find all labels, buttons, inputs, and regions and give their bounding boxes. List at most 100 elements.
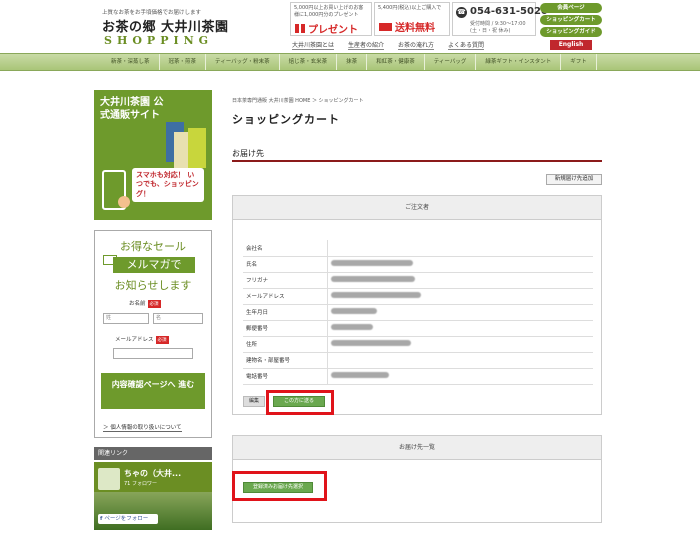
newsletter-subline: お知らせします [114,279,192,292]
nav-item[interactable]: 焙じ茶・玄米茶 [280,54,338,70]
field-label: 会社名 [243,240,328,257]
required-badge: 必須 [147,300,161,308]
nav-item[interactable]: 抹茶 [337,54,368,70]
first-name-input[interactable]: 名 [153,313,203,324]
add-new-address-button[interactable]: 新規届け先追加 [546,174,602,185]
banner-title: 大井川茶園 公式通販サイト [100,97,164,121]
official-site-banner[interactable]: 大井川茶園 公式通販サイト スマホも対応！ いつでも、ショッピング！ [94,90,212,220]
shopping-guide-button[interactable]: ショッピングガイド [540,27,602,37]
field-value [327,352,593,369]
redacted-value [330,372,389,378]
email-label: メールアドレス 必須 [115,336,169,344]
related-links-heading: 関連リンク [94,447,212,460]
free-shipping-label: 送料無料 [395,23,435,34]
phone-number: 054-631-5020 [470,6,548,17]
member-page-button[interactable]: 会員ページ [540,3,602,13]
nav-item[interactable]: ギフト [561,54,597,70]
nav-item[interactable]: 冠茶・煎茶 [160,54,207,70]
field-value [327,256,593,273]
redacted-value [330,308,377,314]
field-label: 電話番号 [243,368,328,385]
newsletter-signup: お得なセール メルマガで お知らせします お名前 必須 姓 名 メールアドレス 必須… [94,230,212,438]
nav-item[interactable]: ティーバッグ [425,54,477,70]
redacted-value [330,276,415,282]
field-value [327,272,593,289]
redacted-value [330,292,421,298]
orderer-info-table: 会社名 氏名 フリガナ メールアドレス 生年月日 郵便番号 住所 建物名・部屋番号 電話番号 [243,240,593,385]
field-label: 生年月日 [243,304,328,321]
last-name-input[interactable]: 姓 [103,313,149,324]
privacy-link[interactable]: ＞ 個人情報の取り扱いについて [103,423,182,432]
header-links: 大井川茶園とは 生産者の紹介 お茶の淹れ方 よくある質問 [292,40,485,50]
table-row: 建物名・部屋番号 [243,352,593,369]
table-row: 生年月日 [243,304,593,321]
highlight-box [266,390,334,415]
facebook-widget[interactable]: ちゃの（大井... 71 フォロワー f ページをフォロー [94,462,212,530]
field-value [327,320,593,337]
field-label: 住所 [243,336,328,353]
category-nav: 新茶・深蒸し茶 冠茶・煎茶 ティーバッグ・粉末茶 焙じ茶・玄米茶 抹茶 和紅茶・… [0,53,700,71]
table-row: メールアドレス [243,288,593,305]
page-name[interactable]: ちゃの（大井... [124,468,181,479]
field-value [327,288,593,305]
page-title: ショッピングカート [232,113,340,126]
cart-button[interactable]: ショッピングカート [540,15,602,25]
table-row: フリガナ [243,272,593,289]
banner-mobile-text: スマホも対応！ いつでも、ショッピング！ [132,168,204,203]
table-row: 電話番号 [243,368,593,385]
field-label: 氏名 [243,256,328,273]
follower-count: 71 フォロワー [124,481,157,487]
orderer-panel: ご注文者 会社名 氏名 フリガナ メールアドレス 生年月日 郵便番号 住所 建物名・部屋番号電… [232,195,602,415]
tea-package-image [188,128,206,168]
phone-hours: 受付時間 / 9:30～17:00 (土・日・祝 休み) [470,21,526,34]
table-row: 郵便番号 [243,320,593,337]
phone-icon: ☎ [456,7,467,18]
redacted-value [330,260,413,266]
field-label: フリガナ [243,272,328,289]
truck-icon [379,22,392,31]
free-shipping-note: 5,400円(税込)以上ご購入で [378,5,442,11]
header-link-about[interactable]: 大井川茶園とは [292,40,335,50]
newsletter-badge: メルマガで [113,257,195,273]
table-row: 氏名 [243,256,593,273]
english-button[interactable]: English [550,40,592,50]
edit-button[interactable]: 編集 [243,396,265,407]
name-label: お名前 必須 [129,300,161,308]
field-value [327,336,593,353]
redacted-value [330,324,373,330]
site-header: 上質なお茶をお手頃価格でお届けします お茶の郷 大井川茶園 SHOPPING 5… [0,0,700,52]
required-badge: 必須 [155,336,169,344]
email-input[interactable] [113,348,193,359]
header-link-faq[interactable]: よくある質問 [448,40,485,50]
nav-item[interactable]: ティーバッグ・粉末茶 [206,54,280,70]
present-banner-label: プレゼント [308,25,358,36]
newsletter-headline: お得なセール [120,240,186,253]
site-logo-sub[interactable]: SHOPPING [104,34,213,47]
header-link-producers[interactable]: 生産者の紹介 [348,40,385,50]
redacted-value [330,340,411,346]
nav-item[interactable]: 緑茶ギフト・インスタント [476,54,562,70]
header-link-brewing[interactable]: お茶の淹れ方 [398,40,435,50]
nav-item[interactable]: 新茶・深蒸し茶 [102,54,160,70]
present-banner[interactable]: 5,000円以上お買い上げのお客様に1,000円分のプレゼント プレゼント [290,2,372,36]
hand-icon [118,196,130,208]
logo-tagline: 上質なお茶をお手頃価格でお届けします [102,10,202,16]
field-label: 郵便番号 [243,320,328,337]
avatar [98,468,120,490]
gift-icon [295,24,305,33]
field-value [327,240,593,257]
nav-item[interactable]: 和紅茶・健康茶 [367,54,425,70]
newsletter-submit-button[interactable]: 内容確認ページへ 進む [101,373,205,409]
follow-page-button[interactable]: f ページをフォロー [98,514,158,524]
phone-box: ☎ 054-631-5020 受付時間 / 9:30～17:00 (土・日・祝 … [452,2,548,36]
section-heading: お届け先 [232,148,602,162]
field-label: 建物名・部屋番号 [243,352,328,369]
table-row: 会社名 [243,240,593,257]
free-shipping-banner[interactable]: 5,400円(税込)以上ご購入で 送料無料 [374,2,450,36]
breadcrumb[interactable]: 日本茶専門通販 大井川茶園 HOME ＞ ショッピングカート [232,97,364,104]
table-row: 住所 [243,336,593,353]
field-value [327,368,593,385]
site-logo[interactable]: お茶の郷 大井川茶園 [102,16,229,35]
field-value [327,304,593,321]
highlight-box [232,471,327,501]
